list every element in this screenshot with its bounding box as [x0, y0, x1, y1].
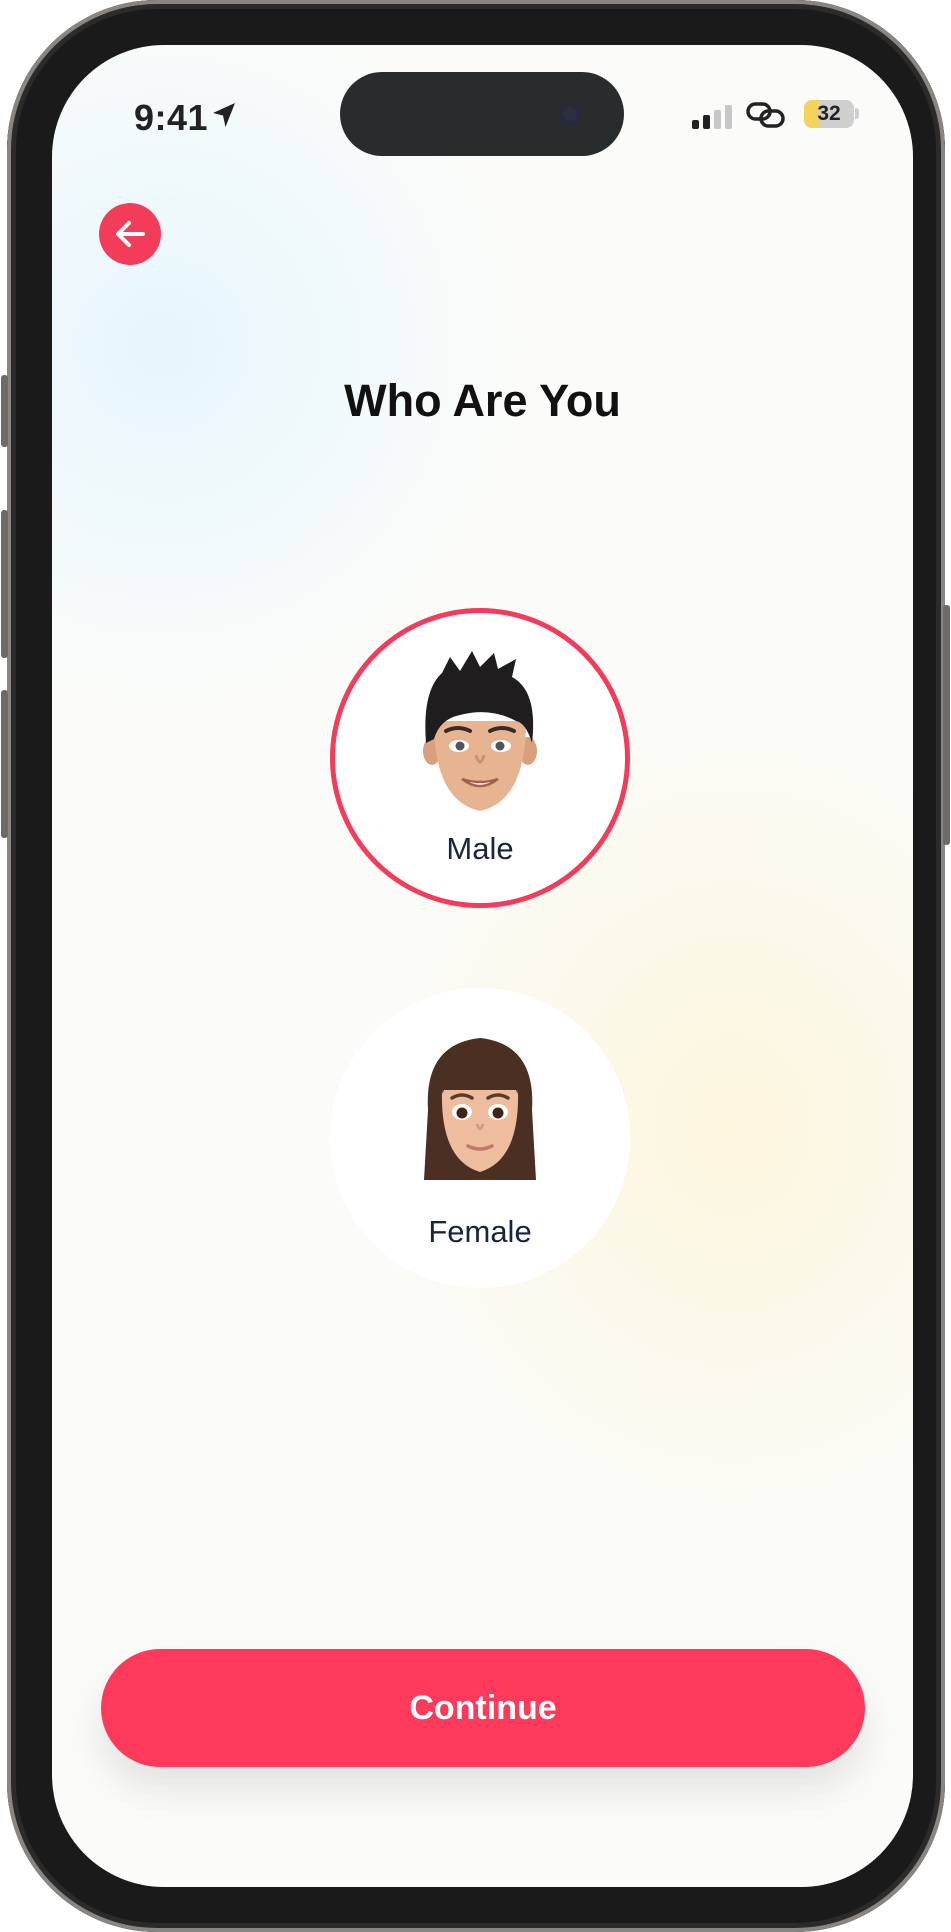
back-button[interactable] [99, 203, 161, 265]
location-arrow-icon [213, 103, 235, 127]
power-button [943, 605, 950, 845]
gender-option-female[interactable]: Female [330, 988, 630, 1288]
arrow-left-icon [116, 221, 145, 247]
action-button [1, 375, 8, 447]
link-icon [746, 102, 785, 128]
option-label-male: Male [446, 831, 514, 866]
status-time: 9:41 [134, 97, 209, 138]
app-screen: 9:41 32 Who Are You Male Female Continue [52, 45, 913, 1887]
battery-tip [855, 108, 859, 119]
male-avatar-icon [423, 651, 537, 811]
female-avatar-icon [424, 1038, 536, 1180]
camera-icon [558, 102, 582, 126]
volume-up-button [1, 510, 8, 658]
page-title: Who Are You [344, 375, 621, 426]
battery-icon: 32 [804, 100, 854, 128]
signal-icon [692, 105, 732, 129]
continue-button[interactable]: Continue [101, 1649, 865, 1767]
dynamic-island [340, 72, 624, 156]
battery-percent: 32 [817, 102, 841, 125]
gender-option-male[interactable]: Male [330, 608, 630, 908]
volume-down-button [1, 690, 8, 838]
phone-frame: 9:41 32 Who Are You Male Female Continue [1, 0, 950, 1932]
option-label-female: Female [428, 1214, 532, 1249]
